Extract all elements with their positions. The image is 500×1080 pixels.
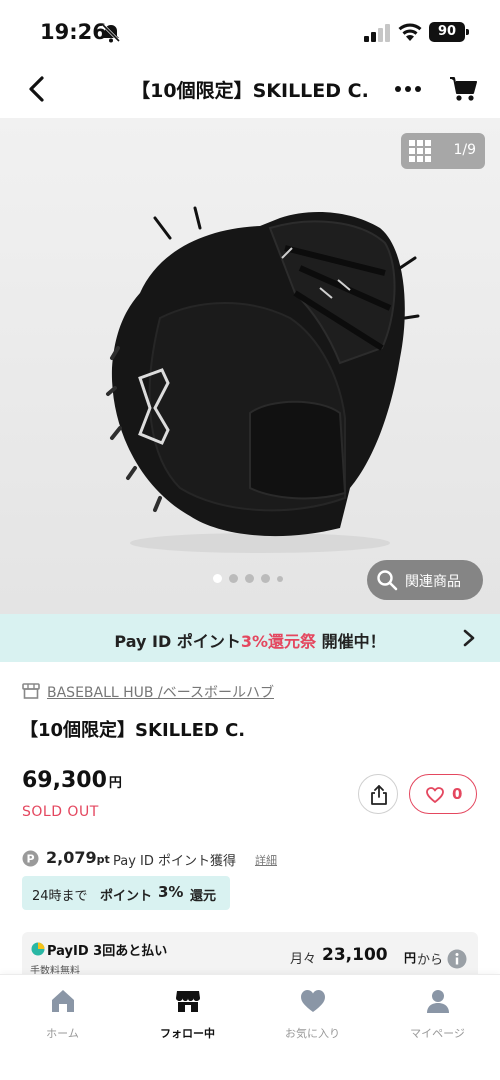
- chevron-right-icon: [463, 629, 475, 647]
- share-button[interactable]: [358, 774, 398, 814]
- product-title: 【10個限定】SKILLED C.: [20, 720, 246, 741]
- monthly-unit: 円: [404, 951, 417, 965]
- home-icon: [52, 990, 74, 1012]
- bottom-tab-bar: ホーム フォロー中 お気に入り マイページ: [0, 974, 500, 1080]
- share-icon: [371, 785, 387, 805]
- monthly-suffix: から: [417, 953, 444, 968]
- like-count: 0: [452, 785, 463, 803]
- pagination-dot: [213, 574, 222, 583]
- bell-muted-icon: [101, 23, 121, 43]
- wifi-icon: [398, 23, 422, 41]
- pagination-dot: [261, 574, 270, 583]
- points-detail-link[interactable]: 詳細: [255, 852, 277, 868]
- info-icon[interactable]: [447, 949, 467, 969]
- campaign-suffix: 還元: [190, 889, 217, 904]
- grid-icon: [409, 140, 431, 162]
- tab-label: お気に入り: [285, 1027, 340, 1040]
- tab-home[interactable]: ホーム: [0, 983, 125, 1047]
- promo-highlight: 3%還元祭: [240, 632, 316, 651]
- price-value: 69,300: [22, 768, 107, 793]
- heart-outline-icon: [426, 787, 444, 803]
- points-label: Pay ID ポイント獲得: [113, 854, 237, 869]
- points-coin-icon: P: [22, 850, 39, 867]
- nav-bar: 【10個限定】SKILLED C.: [0, 62, 500, 118]
- related-products-button[interactable]: 関連商品: [367, 560, 483, 600]
- monthly-prefix: 月々: [290, 952, 317, 967]
- price-unit: 円: [108, 776, 122, 791]
- tab-label: フォロー中: [160, 1027, 215, 1040]
- points-campaign-chip: 24時まで ポイント 3% 還元: [22, 876, 230, 910]
- payid-title: PayID 3回あと払い: [47, 944, 168, 959]
- points-unit: pt: [96, 853, 110, 866]
- cart-icon[interactable]: [449, 75, 477, 103]
- tab-favorites[interactable]: お気に入り: [250, 983, 375, 1047]
- campaign-prefix: 24時まで: [32, 889, 88, 904]
- pagination-dot: [245, 574, 254, 583]
- gallery-count: 1/9: [453, 142, 476, 158]
- shop-icon: [176, 991, 200, 1012]
- gallery-count-badge[interactable]: 1/9: [401, 133, 485, 169]
- tab-label: ホーム: [46, 1027, 79, 1040]
- more-icon[interactable]: [393, 78, 423, 100]
- related-products-label: 関連商品: [405, 574, 461, 590]
- pagination-dot: [277, 576, 283, 582]
- campaign-middle: ポイント: [100, 889, 153, 904]
- like-button[interactable]: 0: [409, 774, 477, 814]
- points-amount: 2,079: [46, 848, 97, 867]
- search-icon: [377, 570, 398, 591]
- campaign-rate: 3%: [158, 883, 184, 901]
- gallery-pagination: [213, 574, 293, 586]
- tab-label: マイページ: [410, 1027, 465, 1040]
- sold-out-status: SOLD OUT: [22, 804, 99, 820]
- monthly-amount: 23,100: [322, 945, 388, 965]
- tab-mypage[interactable]: マイページ: [375, 983, 500, 1047]
- promo-text-lead: Pay ID ポイント: [114, 632, 241, 651]
- page-title: 【10個限定】SKILLED C.: [131, 80, 369, 102]
- points-row: P 2,079pt Pay ID ポイント獲得 詳細: [22, 848, 482, 870]
- catcher-mitt-image: [106, 206, 420, 553]
- svg-text:P: P: [26, 853, 34, 866]
- user-icon: [427, 990, 449, 1013]
- points-value: 2,079pt: [46, 848, 110, 867]
- back-icon[interactable]: [24, 74, 50, 104]
- promo-banner[interactable]: Pay ID ポイント3%還元祭 開催中！: [0, 614, 500, 662]
- shop-name-link[interactable]: BASEBALL HUB /ベースボールハブ: [47, 682, 274, 702]
- product-image-gallery[interactable]: 1/9 関連商品: [0, 118, 500, 614]
- signal-icon: [364, 24, 390, 42]
- status-bar: 19:26 90: [0, 0, 500, 62]
- promo-text-tail: 開催中！: [316, 632, 386, 651]
- promo-text: Pay ID ポイント3%還元祭 開催中！: [0, 628, 500, 652]
- pagination-dot: [229, 574, 238, 583]
- product-price: 69,300 円: [22, 768, 122, 793]
- payid-logo-icon: [31, 942, 45, 956]
- battery-indicator: 90: [429, 22, 469, 42]
- status-time: 19:26: [40, 20, 107, 44]
- heart-icon: [301, 990, 325, 1012]
- shop-link-row[interactable]: BASEBALL HUB /ベースボールハブ: [22, 682, 422, 702]
- tab-following[interactable]: フォロー中: [125, 983, 250, 1047]
- shop-icon: [22, 683, 40, 699]
